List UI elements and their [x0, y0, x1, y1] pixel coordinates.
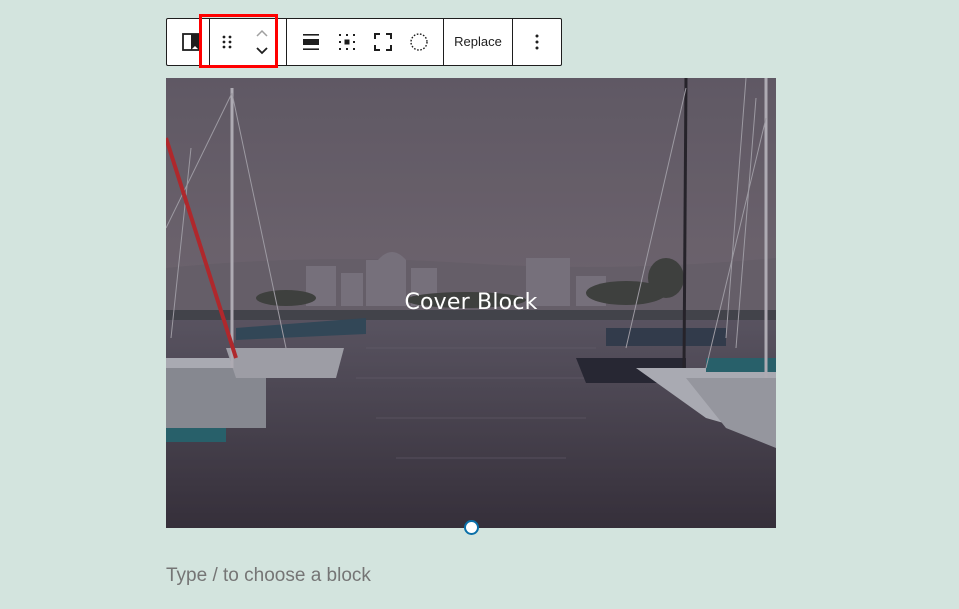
content-position-icon[interactable]: [329, 19, 365, 65]
cover-title[interactable]: Cover Block: [166, 290, 776, 315]
more-options-button[interactable]: [519, 19, 555, 65]
replace-button[interactable]: Replace: [446, 19, 510, 65]
move-down-button[interactable]: [250, 42, 274, 58]
more-group: [513, 19, 561, 65]
move-up-button[interactable]: [250, 26, 274, 42]
duotone-circle-icon[interactable]: [401, 19, 437, 65]
replace-group: Replace: [444, 19, 513, 65]
block-controls-group: [287, 19, 444, 65]
align-full-icon[interactable]: [293, 19, 329, 65]
block-type-group: [167, 19, 210, 65]
block-mover-group: [210, 19, 287, 65]
more-vertical-icon: [535, 34, 539, 50]
chevron-down-icon: [256, 47, 268, 55]
chevron-up-icon: [256, 29, 268, 37]
drag-handle-icon[interactable]: [210, 19, 244, 65]
full-height-icon[interactable]: [365, 19, 401, 65]
block-toolbar: Replace: [166, 18, 562, 66]
block-mover: [244, 19, 280, 65]
cover-block[interactable]: Cover Block: [166, 78, 776, 528]
block-appender-placeholder[interactable]: Type / to choose a block: [166, 565, 371, 587]
resize-handle[interactable]: [464, 520, 479, 535]
cover-block-icon[interactable]: [173, 19, 209, 65]
